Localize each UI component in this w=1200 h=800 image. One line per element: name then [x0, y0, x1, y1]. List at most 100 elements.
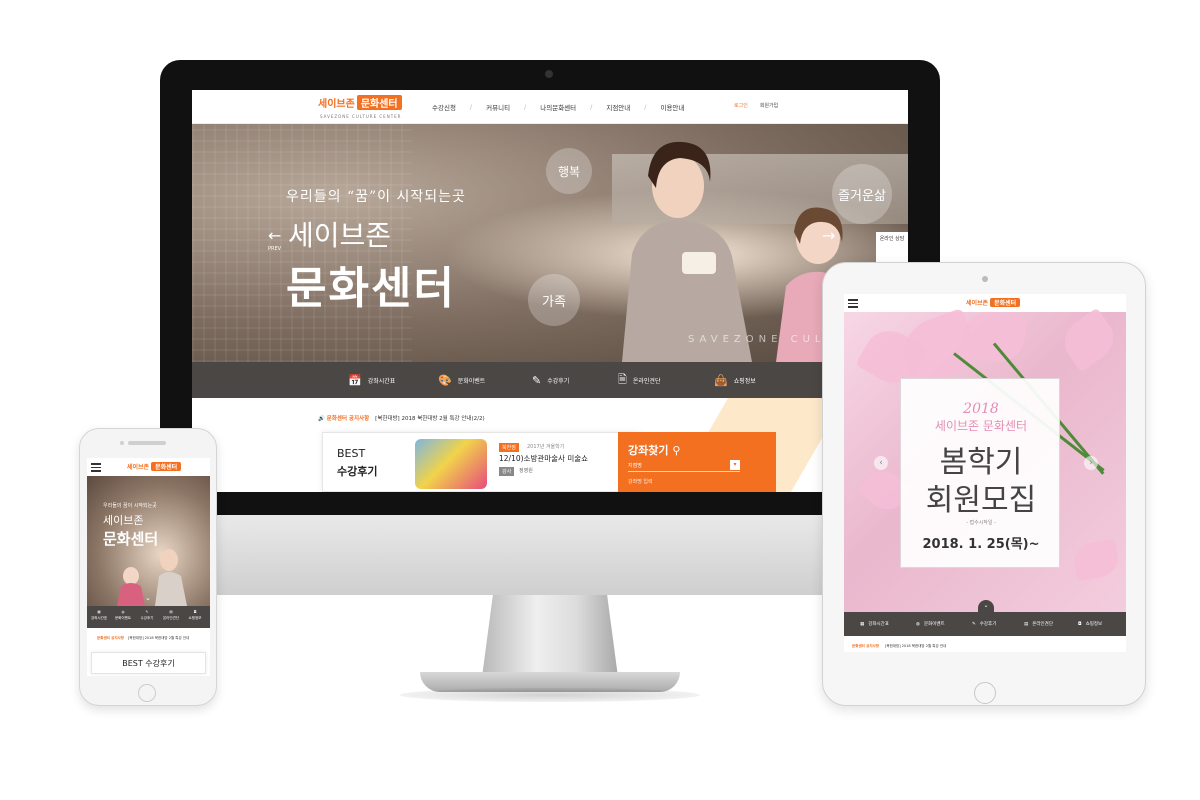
nav-item-community[interactable]: 커뮤니티: [486, 102, 510, 112]
document-icon: 🗎: [618, 372, 627, 386]
phone-notice-text: [북한대방] 2018 북한대방 2월 특강 안내: [127, 636, 190, 640]
quick-item-schedule[interactable]: 📅 강좌시간표: [348, 362, 395, 398]
chevron-left-icon[interactable]: ‹: [874, 456, 888, 470]
nav-separator: /: [524, 103, 527, 111]
hamburger-menu-icon[interactable]: [91, 461, 101, 474]
review-title[interactable]: 12/10)소방관마술사 미술쇼: [499, 453, 588, 464]
tablet-quick-event[interactable]: ◍ 문화이벤트: [916, 612, 945, 636]
site-header: 세이브존 문화센터 SAVEZONE CULTURE CENTER 수강신청 / …: [192, 90, 908, 124]
quick-item-shopping[interactable]: 👜 쇼핑정보: [714, 362, 756, 398]
course-name-input[interactable]: 강좌명 입력: [628, 478, 653, 485]
phone-scroll-down-icon[interactable]: ⌄: [145, 594, 151, 602]
promo-center-name: 세이브존 문화센터: [934, 419, 1028, 433]
phone-hero: 우리들의 꿈이 시작되는곳 세이브존 문화센터 ⌄: [87, 476, 210, 606]
tablet-quick-consult[interactable]: ▤ 온라인견단: [1024, 612, 1053, 636]
tablet-hero: 2018 세이브존 문화센터 봄학기 회원모집 - 접수시작일 - 2018. …: [844, 307, 1126, 612]
palette-icon: ◍: [916, 621, 920, 627]
tablet-camera: [982, 276, 988, 282]
logo-subtitle: SAVEZONE CULTURE CENTER: [320, 114, 402, 119]
imac-camera: [545, 70, 553, 78]
nav-separator: /: [644, 103, 647, 111]
phone-camera: [120, 441, 124, 445]
bubble-family: 가족: [528, 274, 580, 326]
logo-text-1: 세이브존: [318, 99, 355, 110]
review-thumbnail[interactable]: [415, 439, 487, 489]
logo-text-2: 문화센터: [356, 95, 402, 110]
calendar-icon: ▦: [860, 621, 865, 627]
phone-quick-review[interactable]: ✎ 수강후기: [135, 609, 159, 621]
flower-petal: [1071, 538, 1121, 582]
phone-screen: 세이브존 문화센터 우리들의 꿈이 시작되는곳 세이브존 문화센터 ⌄ ▦ 강좌시…: [87, 458, 210, 676]
review-branch-badge: 북한점: [499, 443, 519, 452]
quick-label: 온라인견단: [1032, 622, 1053, 627]
phone-notice-title: 문화센터 공지사항: [97, 636, 124, 640]
nav-item-my-center[interactable]: 나의문화센터: [540, 102, 576, 112]
notice-bar[interactable]: 🔊 문화센터 공지사항 [북한대방] 2018 북한대방 2월 특강 안내(2/…: [318, 414, 485, 422]
quick-label: 문화이벤트: [114, 616, 132, 620]
login-link[interactable]: 로그인: [734, 102, 748, 109]
phone-quick-shopping[interactable]: ◘ 쇼핑정보: [183, 609, 207, 621]
course-search-panel: 강좌찾기 ⚲ 지점명 ▾ 강좌명 입력: [618, 432, 776, 492]
phone-quick-consult[interactable]: ▤ 온라인견단: [159, 609, 183, 621]
quick-item-event[interactable]: 🎨 문화이벤트: [438, 362, 485, 398]
online-consult-label: 온라인 상담: [879, 236, 905, 242]
main-content: 🔊 문화센터 공지사항 [북한대방] 2018 북한대방 2월 특강 안내(2/…: [192, 398, 908, 492]
imac-shadow: [400, 688, 700, 702]
tablet-quick-review[interactable]: ✎ 수강후기: [972, 612, 996, 636]
tablet-logo[interactable]: 세이브존 문화센터: [966, 298, 1021, 307]
phone-header: 세이브존 문화센터: [87, 458, 210, 476]
tablet-notice-text: [북한대방] 2018 북한대방 2월 특강 안내: [884, 644, 947, 648]
promo-card[interactable]: 2018 세이브존 문화센터 봄학기 회원모집 - 접수시작일 - 2018. …: [900, 378, 1060, 568]
tablet-header: 세이브존 문화센터: [844, 294, 1126, 312]
logo-text-1: 세이브존: [966, 300, 989, 307]
bubble-happy: 행복: [546, 148, 592, 194]
phone-best-review[interactable]: BEST 수강후기: [91, 652, 206, 674]
phone-hero-title-1: 세이브존: [103, 514, 144, 527]
course-search-title: 강좌찾기 ⚲: [628, 444, 681, 457]
next-arrow-icon[interactable]: →: [822, 226, 835, 245]
flower-petal: [1055, 307, 1123, 373]
phone-hero-photo: [117, 549, 187, 606]
prev-arrow-icon[interactable]: ←: [268, 226, 281, 245]
phone-quick-event[interactable]: ◍ 문화이벤트: [111, 609, 135, 621]
logo-text-2: 문화센터: [151, 462, 182, 471]
nav-item-branch[interactable]: 지점안내: [606, 102, 630, 112]
tablet-quick-shopping[interactable]: ◘ 쇼핑정보: [1078, 612, 1102, 636]
quick-menu-bar: 📅 강좌시간표 🎨 문화이벤트 ✎ 수강후기 🗎 온라인견단 👜 쇼핑정보: [192, 362, 908, 398]
quick-label: 온라인견단: [162, 616, 180, 620]
notice-text: [북한대방] 2018 북한대방 2월 특강 안내(2/2): [375, 416, 485, 422]
nav-separator: /: [590, 103, 593, 111]
quick-item-consult[interactable]: 🗎 온라인견단: [618, 362, 660, 398]
phone-notice-bar[interactable]: 문화센터 공지사항 [북한대방] 2018 북한대방 2월 특강 안내: [97, 636, 189, 641]
tablet-notice-title: 문화센터 공지사항: [852, 644, 879, 648]
hamburger-menu-icon[interactable]: [848, 297, 858, 310]
bag-icon: ◘: [1078, 621, 1082, 627]
nav-item-guide[interactable]: 이용안내: [660, 102, 684, 112]
best-review-label: 수강후기: [337, 465, 378, 478]
logo-text-1: 세이브존: [127, 464, 150, 471]
best-label: BEST: [337, 447, 366, 460]
nav-item-enroll[interactable]: 수강신청: [432, 102, 456, 112]
join-link[interactable]: 회원가입: [760, 102, 778, 109]
tablet-scroll-down-icon[interactable]: ⌄: [978, 600, 994, 612]
notice-title: 🔊 문화센터 공지사항: [318, 416, 370, 422]
branch-select[interactable]: 지점명: [628, 462, 740, 472]
chevron-right-icon[interactable]: ›: [1084, 456, 1098, 470]
bubble-fun: 즐거운삶: [832, 164, 892, 224]
phone-logo[interactable]: 세이브존 문화센터: [127, 462, 182, 471]
promo-headline-2: 회원모집: [925, 483, 1037, 518]
tablet-quick-schedule[interactable]: ▦ 강좌시간표: [860, 612, 889, 636]
quick-label: 강좌시간표: [367, 377, 396, 385]
bag-icon: 👜: [714, 373, 728, 387]
quick-label: 문화이벤트: [923, 622, 945, 627]
pencil-icon: ✎: [145, 610, 149, 614]
quick-item-review[interactable]: ✎ 수강후기: [532, 362, 569, 398]
phone-quick-schedule[interactable]: ▦ 강좌시간표: [87, 609, 111, 621]
bag-icon: ◘: [193, 610, 197, 614]
site-logo[interactable]: 세이브존 문화센터: [318, 95, 402, 110]
hero-subtitle: 우리들의 “꿈”이 시작되는곳: [286, 189, 466, 205]
document-icon: ▤: [169, 610, 173, 614]
desktop-screen: 세이브존 문화센터 SAVEZONE CULTURE CENTER 수강신청 / …: [192, 90, 908, 492]
tablet-notice-bar[interactable]: 문화센터 공지사항 [북한대방] 2018 북한대방 2월 특강 안내: [852, 644, 946, 649]
chevron-down-icon[interactable]: ▾: [730, 460, 740, 470]
